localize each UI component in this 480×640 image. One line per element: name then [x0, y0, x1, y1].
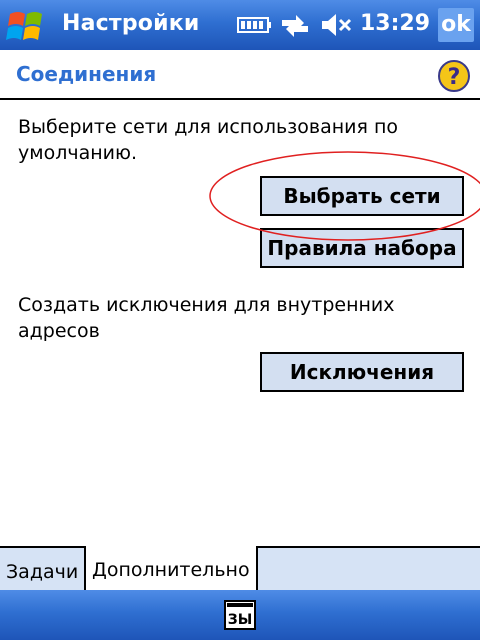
battery-icon — [237, 17, 271, 33]
tab-strip: Задачи Дополнительно — [0, 546, 480, 592]
title-bar: Настройки 13:29 ok — [0, 0, 480, 50]
input-mode-label: ЗЫ — [228, 612, 252, 628]
volume-muted-icon — [322, 14, 352, 36]
tab-advanced[interactable]: Дополнительно — [86, 546, 258, 592]
exceptions-button[interactable]: Исключения — [260, 352, 464, 392]
connectivity-arrows-icon — [282, 15, 308, 37]
help-question-icon[interactable]: ? — [438, 60, 470, 92]
windows-start-icon[interactable] — [4, 6, 48, 44]
app-title: Настройки — [62, 11, 200, 36]
clock[interactable]: 13:29 — [360, 11, 430, 36]
ok-button[interactable]: ok — [438, 8, 474, 42]
exceptions-description: Создать исключения для внутренних адресо… — [18, 294, 395, 342]
annotation-ellipse — [209, 151, 480, 241]
section-header: Соединения — [0, 50, 480, 100]
svg-text:?: ? — [448, 65, 461, 90]
page-title: Соединения — [16, 62, 157, 86]
header-divider — [0, 98, 480, 100]
status-icons — [237, 14, 352, 37]
bottom-bar: ЗЫ — [0, 590, 480, 640]
tab-tasks[interactable]: Задачи — [0, 546, 86, 590]
keyboard-input-icon[interactable]: ЗЫ — [224, 600, 256, 630]
